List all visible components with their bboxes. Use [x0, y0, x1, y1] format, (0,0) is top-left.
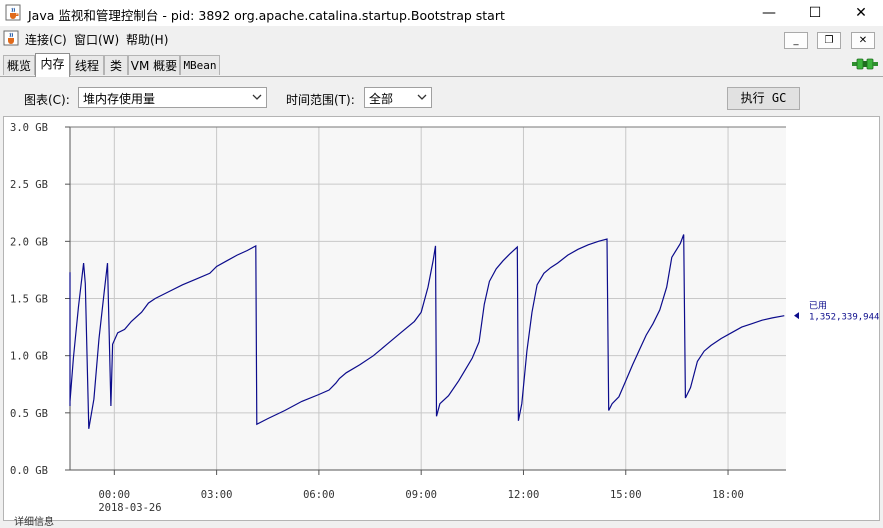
menu-connection[interactable]: 连接(C)	[25, 31, 67, 48]
y-tick-label: 1.5 GB	[10, 294, 48, 306]
window-title: Java 监视和管理控制台 - pid: 3892 org.apache.cat…	[28, 8, 505, 23]
x-tick-label: 15:00	[610, 489, 642, 501]
tab-memory[interactable]: 内存	[35, 53, 70, 77]
y-tick-label: 2.0 GB	[10, 236, 48, 248]
chart-select-value: 堆内存使用量	[83, 92, 156, 106]
x-tick-label: 09:00	[405, 489, 437, 501]
x-tick-label: 18:00	[712, 489, 744, 501]
y-tick-label: 2.5 GB	[10, 179, 48, 191]
tab-threads[interactable]: 线程	[70, 55, 104, 75]
y-tick-label: 3.0 GB	[10, 122, 48, 134]
window-title-bar[interactable]: Java 监视和管理控制台 - pid: 3892 org.apache.cat…	[0, 0, 883, 26]
close-button[interactable]: ✕	[838, 0, 883, 26]
y-tick-label: 0.0 GB	[10, 465, 48, 477]
chart-select-label: 图表(C):	[24, 93, 70, 107]
date-label: 2018-03-26	[98, 502, 161, 514]
time-range-value: 全部	[369, 92, 394, 106]
plug-connected-icon[interactable]	[852, 56, 878, 72]
time-range-label: 时间范围(T):	[286, 93, 355, 107]
perform-gc-button[interactable]: 执行 GC	[727, 87, 800, 110]
tab-overview[interactable]: 概览	[3, 55, 35, 75]
chart-select[interactable]: 堆内存使用量	[78, 87, 267, 108]
maximize-button[interactable]: ☐	[792, 0, 838, 26]
x-tick-label: 06:00	[303, 489, 335, 501]
y-tick-label: 0.5 GB	[10, 408, 48, 420]
minimize-button[interactable]: —	[746, 0, 792, 26]
triangle-left-icon	[794, 312, 799, 320]
x-tick-label: 03:00	[201, 489, 233, 501]
y-tick-label: 1.0 GB	[10, 351, 48, 363]
internal-restore-button[interactable]: ❐	[817, 32, 841, 49]
internal-minimize-button[interactable]: _	[784, 32, 808, 49]
menu-help[interactable]: 帮助(H)	[126, 31, 168, 48]
x-tick-label: 12:00	[508, 489, 540, 501]
internal-close-button[interactable]: ✕	[851, 32, 875, 49]
heap-memory-chart: 0.0 GB 0.5 GB 1.0 GB 1.5 GB 2.0 GB 2.5 GB 3.0 …	[10, 122, 879, 514]
tab-vm-summary[interactable]: VM 概要	[128, 55, 180, 75]
tab-classes[interactable]: 类	[104, 55, 128, 75]
legend-value: 1,352,339,944	[809, 313, 879, 323]
memory-chart-panel: 0.0 GB 0.5 GB 1.0 GB 1.5 GB 2.0 GB 2.5 GB 3.0 …	[3, 116, 880, 521]
chevron-down-icon	[417, 94, 427, 100]
java-cup-icon	[5, 4, 21, 21]
time-range-select[interactable]: 全部	[364, 87, 432, 108]
tab-strip: 概览 内存 线程 类 VM 概要 MBean	[0, 53, 883, 77]
tab-mbean[interactable]: MBean	[180, 55, 220, 75]
menu-window[interactable]: 窗口(W)	[74, 31, 119, 48]
chevron-down-icon	[252, 94, 262, 100]
x-tick-label: 00:00	[99, 489, 131, 501]
menu-bar: 连接(C) 窗口(W) 帮助(H)	[0, 27, 883, 49]
java-cup-icon[interactable]	[3, 30, 19, 46]
legend-name: 已用	[809, 301, 827, 312]
